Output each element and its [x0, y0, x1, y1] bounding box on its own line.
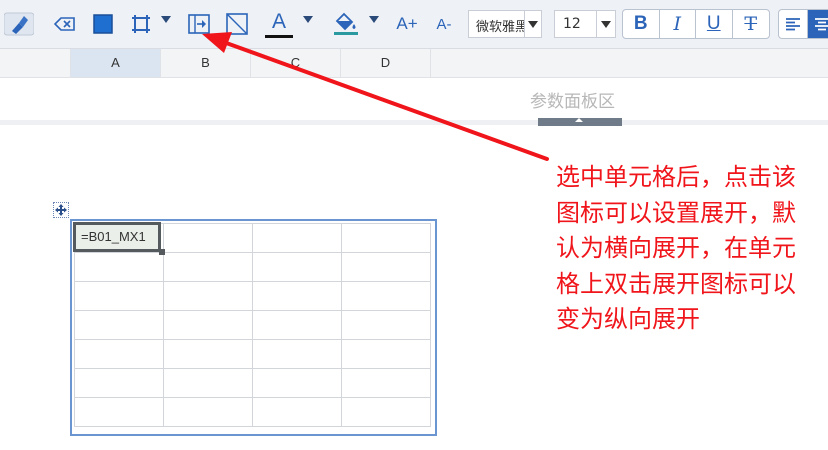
bold-icon: B	[633, 13, 648, 34]
grid-cell[interactable]	[74, 310, 164, 340]
bold-button[interactable]: B	[623, 10, 660, 38]
format-painter-button[interactable]	[0, 8, 38, 40]
grid-cell[interactable]	[252, 223, 342, 253]
grid-cell[interactable]	[341, 310, 431, 340]
crop-border-icon	[132, 15, 150, 33]
shrink-font-button[interactable]: A-	[431, 8, 457, 40]
grid-cell[interactable]	[74, 397, 164, 427]
font-family-value: 微软雅黑	[476, 20, 524, 35]
column-header-bar: A B C D	[0, 49, 828, 78]
fill-color-button[interactable]	[332, 8, 360, 40]
grid-cell[interactable]	[163, 339, 253, 369]
grid-cell[interactable]	[163, 397, 253, 427]
grid-cell[interactable]	[341, 252, 431, 282]
param-panel-title: 参数面板区	[530, 92, 615, 112]
strikethrough-icon: T	[744, 13, 758, 35]
align-center-icon	[815, 18, 828, 31]
expand-button[interactable]	[186, 8, 212, 40]
column-header-d[interactable]: D	[341, 49, 431, 77]
grid-cell[interactable]	[252, 368, 342, 398]
diagonal-slash-icon	[226, 13, 248, 35]
strikethrough-button[interactable]: T	[733, 10, 769, 38]
font-color-bar	[265, 34, 293, 38]
underline-button[interactable]: U	[696, 10, 733, 38]
border-dropdown-caret[interactable]	[161, 16, 171, 23]
fill-cell-button[interactable]	[90, 8, 116, 40]
annotation-line: 认为横向展开，在单元	[556, 234, 796, 262]
grow-font-icon: A+	[396, 14, 418, 33]
grid-cell[interactable]	[341, 339, 431, 369]
grow-font-button[interactable]: A+	[394, 8, 420, 40]
font-color-icon: A	[271, 9, 286, 33]
font-color-button[interactable]: A	[264, 8, 294, 40]
font-size-value: 12	[563, 16, 581, 32]
italic-button[interactable]: I	[660, 10, 696, 38]
grid-cell[interactable]	[252, 397, 342, 427]
annotation-line: 格上双击展开图标可以	[556, 269, 796, 298]
italic-icon: I	[673, 13, 681, 35]
grid-cell[interactable]	[74, 368, 164, 398]
annotation-line: 变为纵向展开	[556, 305, 700, 333]
expand-horizontal-icon	[188, 14, 210, 34]
param-panel-divider	[0, 120, 828, 125]
column-header-b[interactable]: B	[161, 49, 251, 77]
eraser-icon	[54, 17, 75, 31]
grid-cell[interactable]	[341, 281, 431, 311]
table-row	[74, 281, 431, 311]
toolbar: A A+ A- 微软雅黑 12 B I U T	[0, 0, 828, 49]
annotation-text: 选中单元格后，点击该 图标可以设置展开，默 认为横向展开，在单元 格上双击展开图…	[556, 160, 826, 338]
align-left-icon	[786, 18, 800, 31]
fill-handle[interactable]	[159, 249, 165, 255]
grid-cell[interactable]	[252, 339, 342, 369]
grid-cell[interactable]	[74, 339, 164, 369]
chevron-down-icon[interactable]	[596, 11, 615, 37]
table-row	[74, 397, 431, 427]
border-button[interactable]	[128, 8, 154, 40]
paint-bucket-icon	[334, 12, 358, 35]
grid-cell[interactable]	[163, 281, 253, 311]
grid-cell[interactable]	[163, 223, 253, 253]
table-move-handle[interactable]	[53, 202, 69, 218]
align-center-button[interactable]	[808, 10, 828, 38]
align-left-button[interactable]	[779, 10, 808, 38]
font-family-select[interactable]: 微软雅黑	[468, 10, 542, 38]
move-icon	[55, 204, 67, 216]
chevron-down-icon[interactable]	[524, 11, 541, 37]
format-painter-icon	[4, 12, 34, 36]
font-color-dropdown-caret[interactable]	[303, 16, 313, 23]
annotation-line: 图标可以设置展开，默	[556, 198, 796, 227]
clear-button[interactable]	[50, 8, 80, 40]
corner-header[interactable]	[0, 49, 71, 77]
grid-cell[interactable]	[252, 281, 342, 311]
shrink-font-icon: A-	[436, 15, 452, 33]
grid-cell[interactable]	[163, 368, 253, 398]
table-row	[74, 368, 431, 398]
table-row	[74, 310, 431, 340]
column-header-a[interactable]: A	[71, 49, 161, 77]
grid-cell[interactable]	[163, 310, 253, 340]
table-row	[74, 339, 431, 369]
fill-color-dropdown-caret[interactable]	[369, 16, 379, 23]
filled-square-icon	[93, 14, 113, 34]
grid-cell[interactable]	[74, 252, 164, 282]
grid-cell[interactable]	[74, 281, 164, 311]
grid-cell[interactable]	[341, 368, 431, 398]
diagonal-line-button[interactable]	[224, 8, 250, 40]
table-row	[74, 252, 431, 282]
grid-cell[interactable]	[252, 252, 342, 282]
grid-cell[interactable]	[252, 310, 342, 340]
annotation-line: 选中单元格后，点击该	[556, 163, 796, 191]
grid-cell[interactable]	[341, 223, 431, 253]
font-size-select[interactable]: 12	[554, 10, 616, 38]
text-format-group: B I U T	[622, 9, 770, 39]
grid-cell[interactable]	[341, 397, 431, 427]
selected-cell-a1[interactable]: =B01_MX1	[73, 222, 161, 252]
column-header-c[interactable]: C	[251, 49, 341, 77]
cell-grid	[74, 223, 431, 427]
param-panel-toggle[interactable]	[538, 118, 622, 126]
grid-cell[interactable]	[163, 252, 253, 282]
underline-icon: U	[706, 13, 721, 34]
align-group	[778, 9, 828, 39]
